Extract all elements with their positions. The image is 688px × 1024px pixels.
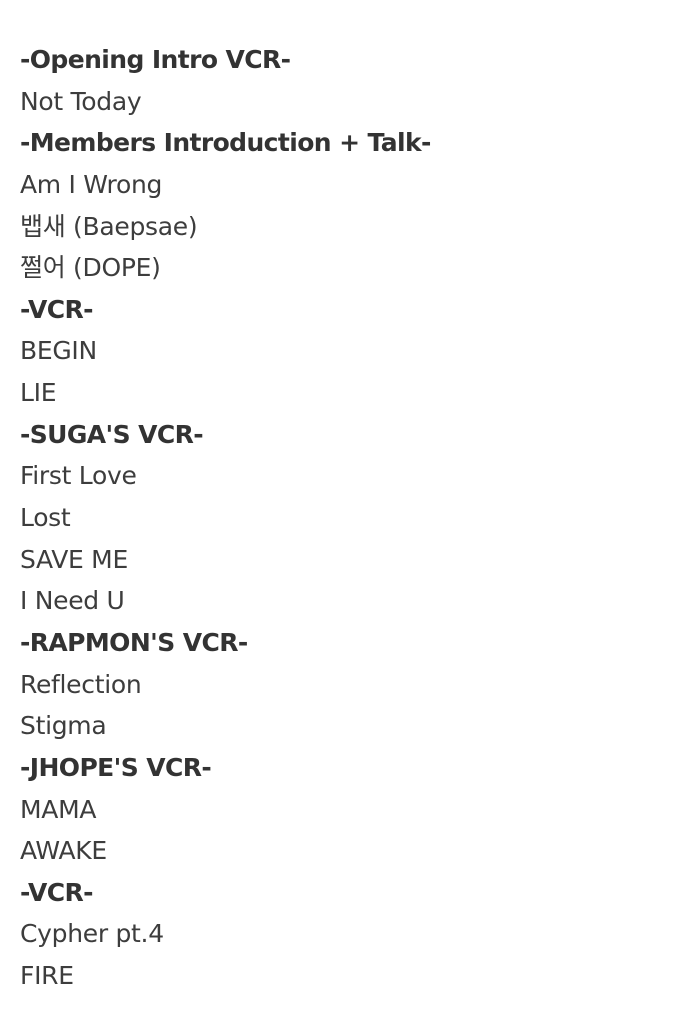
section-header-jhope-vcr: -JHOPE'S VCR- xyxy=(20,752,212,782)
setlist: -Opening Intro VCR- Not Today -Members I… xyxy=(20,39,431,997)
song-mama: MAMA xyxy=(20,794,97,824)
song-stigma: Stigma xyxy=(20,711,107,741)
song-lost: Lost xyxy=(20,503,71,533)
song-lie: LIE xyxy=(20,378,57,408)
song-first-love: First Love xyxy=(20,461,137,491)
song-i-need-u: I Need U xyxy=(20,586,125,616)
song-fire: FIRE xyxy=(20,961,74,991)
song-not-today: Not Today xyxy=(20,86,142,116)
section-header-vcr: -VCR- xyxy=(20,294,93,324)
song-dope: 쩔어 (DOPE) xyxy=(20,253,161,283)
section-header-rapmon-vcr: -RAPMON'S VCR- xyxy=(20,627,248,657)
song-save-me: SAVE ME xyxy=(20,544,128,574)
song-baepsae: 뱁새 (Baepsae) xyxy=(20,211,198,241)
song-begin: BEGIN xyxy=(20,336,97,366)
section-header-suga-vcr: -SUGA'S VCR- xyxy=(20,419,204,449)
song-am-i-wrong: Am I Wrong xyxy=(20,169,163,199)
section-header-members-introduction: -Members Introduction + Talk- xyxy=(20,128,431,158)
section-header-vcr-2: -VCR- xyxy=(20,877,93,907)
song-cypher-pt4: Cypher pt.4 xyxy=(20,919,164,949)
song-reflection: Reflection xyxy=(20,669,142,699)
section-header-opening-intro-vcr: -Opening Intro VCR- xyxy=(20,45,291,74)
song-awake: AWAKE xyxy=(20,836,107,866)
